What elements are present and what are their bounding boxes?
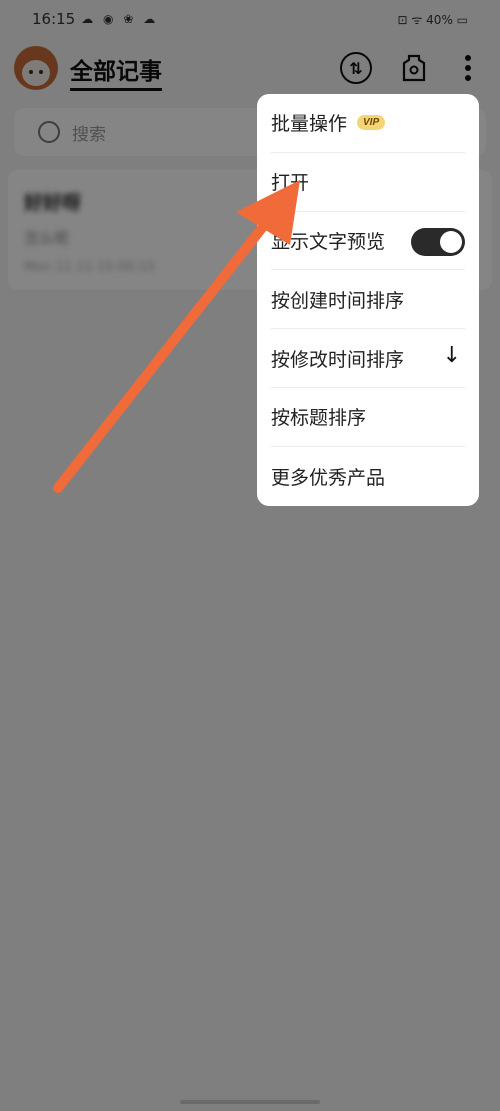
annotation-arrow-icon: [53, 180, 300, 493]
home-indicator[interactable]: [180, 1100, 320, 1104]
